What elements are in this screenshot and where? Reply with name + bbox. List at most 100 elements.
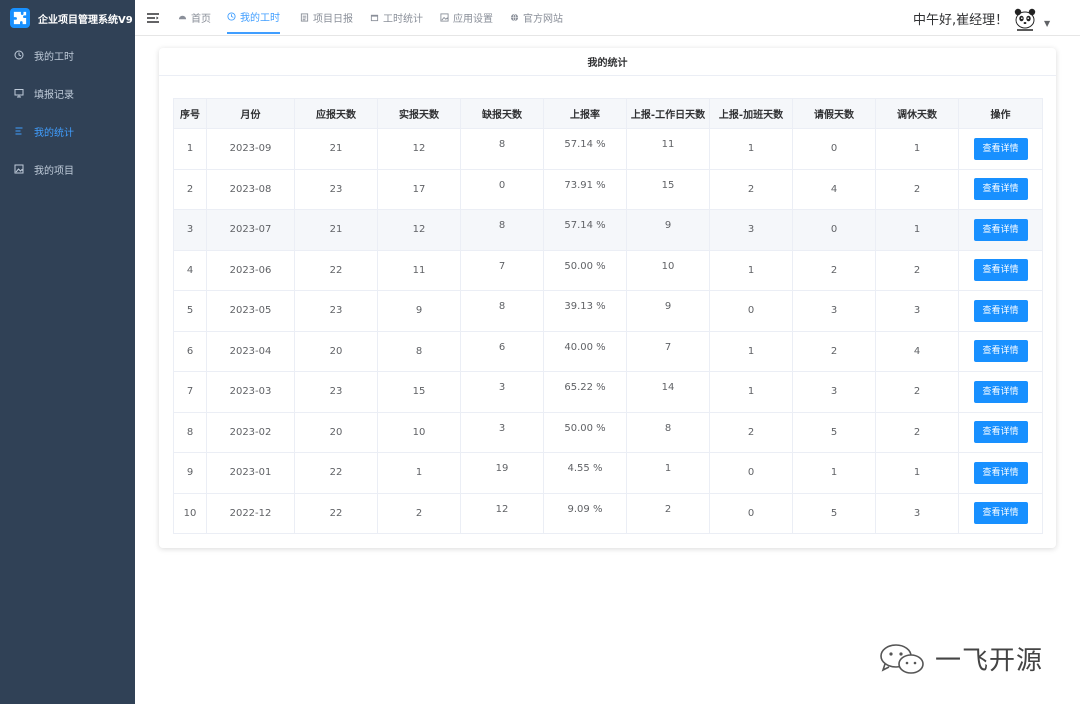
- view-details-button[interactable]: 查看详情: [973, 380, 1028, 403]
- tab-official-site[interactable]: 官方网站: [510, 0, 563, 34]
- avatar[interactable]: [1011, 4, 1039, 32]
- table-cell: 5: [792, 492, 876, 534]
- clock-icon: [227, 11, 236, 21]
- table-cell: 3: [709, 209, 793, 251]
- view-details-button[interactable]: 查看详情: [973, 137, 1028, 160]
- action-cell: 查看详情: [958, 128, 1043, 170]
- table-cell: 2: [875, 168, 959, 210]
- table-cell: 20: [294, 330, 378, 372]
- table-cell: 50.00 %: [543, 411, 627, 453]
- topbar: 首页 我的工时 项目日报 工时统计 应用设置 官方网站 中午好,崔经理！ ▼: [135, 0, 1080, 36]
- app-title: 企业项目管理系统V9: [38, 14, 133, 26]
- tab-label: 项目日报: [313, 13, 353, 25]
- sidebar-item-fill-records[interactable]: 填报记录: [0, 74, 135, 112]
- sidebar-item-my-stats[interactable]: 我的统计: [0, 112, 135, 150]
- table-cell: 21: [294, 209, 378, 251]
- action-cell: 查看详情: [958, 371, 1043, 413]
- table-row: 8 2023-02 20 10 3 50.00 % 8 2 5 2 查看详情: [173, 411, 1043, 453]
- table-row: 5 2023-05 23 9 8 39.13 % 9 0 3 3 查看详情: [173, 290, 1043, 332]
- table-cell: 0: [792, 209, 876, 251]
- table-cell: 57.14 %: [543, 128, 627, 170]
- view-details-button[interactable]: 查看详情: [973, 340, 1028, 363]
- stats-card: 我的统计 序号 月份 应报天数 实报天数 缺报天数 上报率 上报-工作日天数 上…: [159, 48, 1056, 548]
- tab-my-hours[interactable]: 我的工时: [227, 0, 280, 34]
- table-cell: 1: [792, 452, 876, 494]
- column-header: 操作: [958, 98, 1043, 129]
- table-cell: 11: [626, 128, 710, 170]
- brand[interactable]: 企业项目管理系统V9: [0, 0, 135, 36]
- table-cell: 73.91 %: [543, 168, 627, 210]
- sidebar-item-label: 我的项目: [34, 165, 74, 177]
- sidebar-item-label: 我的工时: [34, 51, 74, 63]
- table-cell: 21: [294, 128, 378, 170]
- table-cell: 9: [626, 290, 710, 332]
- column-header: 上报-加班天数: [709, 98, 793, 129]
- table-cell: 0: [709, 452, 793, 494]
- column-header: 调休天数: [875, 98, 959, 129]
- sidebar-item-my-projects[interactable]: 我的项目: [0, 150, 135, 188]
- tab-home[interactable]: 首页: [178, 0, 211, 34]
- tab-hours-stats[interactable]: 工时统计: [370, 0, 423, 34]
- view-details-button[interactable]: 查看详情: [973, 218, 1028, 241]
- table-cell: 0: [792, 128, 876, 170]
- table-cell: 3: [173, 209, 207, 251]
- view-details-button[interactable]: 查看详情: [973, 421, 1028, 444]
- table-cell: 8: [173, 411, 207, 453]
- column-header: 上报-工作日天数: [626, 98, 710, 129]
- table-cell: 15: [626, 168, 710, 210]
- table-cell: 17: [377, 168, 461, 210]
- action-cell: 查看详情: [958, 290, 1043, 332]
- table-cell: 2: [875, 249, 959, 291]
- tab-project-daily[interactable]: 项目日报: [300, 0, 353, 34]
- table-cell: 3: [875, 290, 959, 332]
- table-cell: 0: [460, 168, 544, 210]
- table-cell: 2: [792, 249, 876, 291]
- table-cell: 2023-09: [206, 128, 295, 170]
- tab-app-settings[interactable]: 应用设置: [440, 0, 493, 34]
- table-cell: 12: [377, 209, 461, 251]
- table-cell: 2023-01: [206, 452, 295, 494]
- action-cell: 查看详情: [958, 492, 1043, 534]
- table-cell: 12: [460, 492, 544, 534]
- table-cell: 15: [377, 371, 461, 413]
- table-cell: 4: [792, 168, 876, 210]
- sidebar-item-my-hours[interactable]: 我的工时: [0, 36, 135, 74]
- table-cell: 7: [460, 249, 544, 291]
- card-title: 我的统计: [159, 48, 1056, 76]
- table-row: 6 2023-04 20 8 6 40.00 % 7 1 2 4 查看详情: [173, 330, 1043, 372]
- table-cell: 8: [460, 128, 544, 170]
- chevron-down-icon[interactable]: ▼: [1044, 19, 1050, 28]
- table-cell: 3: [792, 371, 876, 413]
- sidebar-menu: 我的工时 填报记录 我的统计 我的项目: [0, 36, 135, 188]
- table-cell: 2022-12: [206, 492, 295, 534]
- table-cell: 1: [709, 330, 793, 372]
- table-row: 1 2023-09 21 12 8 57.14 % 11 1 0 1 查看详情: [173, 128, 1043, 170]
- table-cell: 40.00 %: [543, 330, 627, 372]
- table-cell: 1: [875, 452, 959, 494]
- puzzle-logo-icon: [10, 8, 30, 28]
- table-cell: 2023-03: [206, 371, 295, 413]
- view-details-button[interactable]: 查看详情: [973, 502, 1028, 525]
- table-cell: 8: [377, 330, 461, 372]
- view-details-button[interactable]: 查看详情: [973, 299, 1028, 322]
- table-cell: 22: [294, 492, 378, 534]
- chart-icon: [14, 126, 24, 136]
- table-cell: 9.09 %: [543, 492, 627, 534]
- hamburger-menu-icon[interactable]: [146, 11, 160, 25]
- table-cell: 22: [294, 249, 378, 291]
- clock-icon: [14, 50, 24, 60]
- sidebar: 企业项目管理系统V9 我的工时 填报记录 我的统计 我的项目: [0, 0, 135, 704]
- tab-label: 我的工时: [240, 12, 280, 24]
- table-cell: 8: [460, 209, 544, 251]
- view-details-button[interactable]: 查看详情: [973, 461, 1028, 484]
- table-cell: 4: [875, 330, 959, 372]
- table-cell: 3: [875, 492, 959, 534]
- view-details-button[interactable]: 查看详情: [973, 259, 1028, 282]
- globe-icon: [510, 13, 519, 22]
- table-row: 3 2023-07 21 12 8 57.14 % 9 3 0 1 查看详情: [173, 209, 1043, 251]
- table-cell: 0: [709, 492, 793, 534]
- table-cell: 1: [173, 128, 207, 170]
- table-cell: 5: [173, 290, 207, 332]
- view-details-button[interactable]: 查看详情: [973, 178, 1028, 201]
- table-row: 7 2023-03 23 15 3 65.22 % 14 1 3 2 查看详情: [173, 371, 1043, 413]
